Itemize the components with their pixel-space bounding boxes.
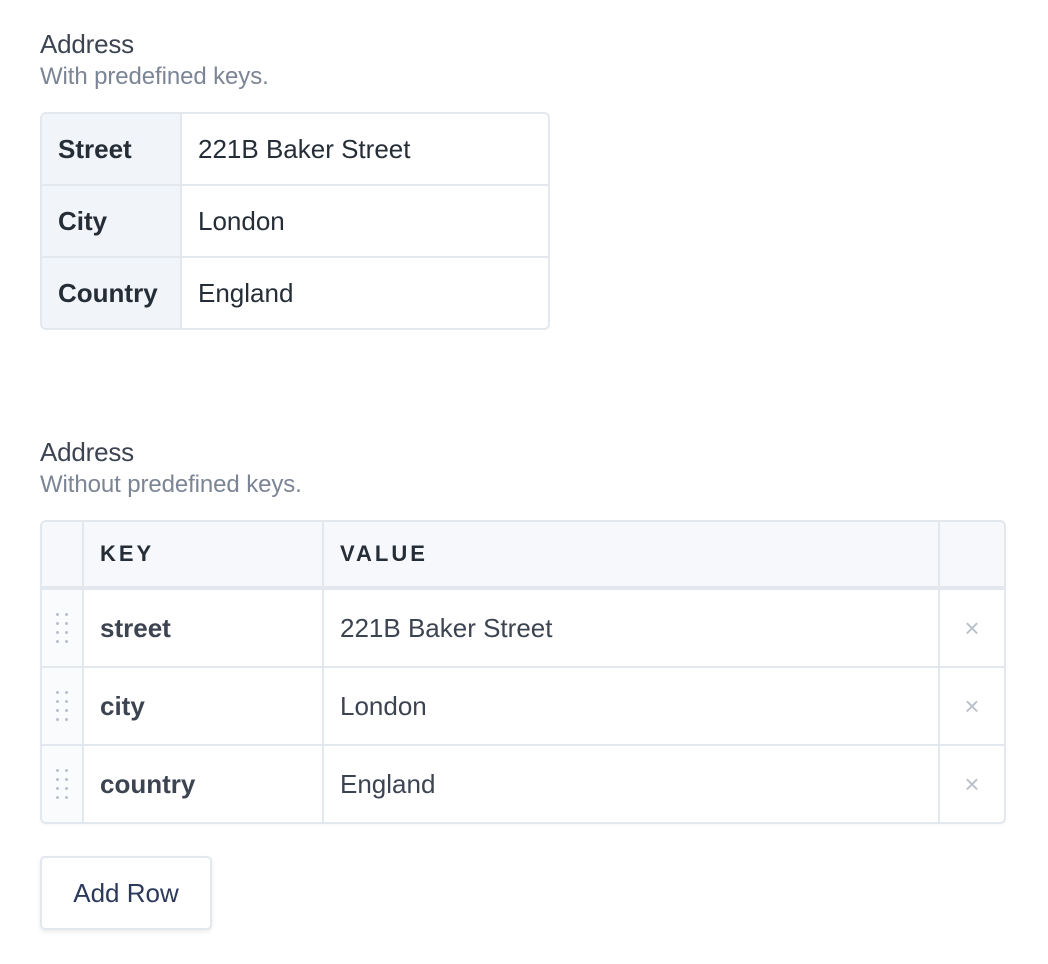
table-row: city London × — [42, 666, 1004, 744]
table-row: City London — [42, 184, 548, 256]
delete-row-icon[interactable]: × — [964, 693, 979, 719]
key-value-table-dynamic: KEY VALUE street 221B Baker Street × cit… — [40, 520, 1006, 824]
row-value-input[interactable]: 221B Baker Street — [324, 590, 940, 666]
column-header-value: VALUE — [324, 522, 940, 586]
row-key-input[interactable]: street — [84, 590, 324, 666]
row-value-street[interactable]: 221B Baker Street — [182, 114, 548, 184]
row-key-input[interactable]: country — [84, 746, 324, 822]
key-value-table-predefined: Street 221B Baker Street City London Cou… — [40, 112, 550, 330]
header-handle-cell — [42, 522, 84, 586]
delete-row-icon[interactable]: × — [964, 771, 979, 797]
add-row-button[interactable]: Add Row — [40, 856, 212, 930]
row-value-input[interactable]: England — [324, 746, 940, 822]
row-key-input[interactable]: city — [84, 668, 324, 744]
row-key-country: Country — [42, 258, 182, 328]
table-row: Street 221B Baker Street — [42, 114, 548, 184]
row-value-city[interactable]: London — [182, 186, 548, 256]
column-header-key: KEY — [84, 522, 324, 586]
address-field-dynamic: Address Without predefined keys. KEY VAL… — [40, 436, 1006, 930]
field-help-text: Without predefined keys. — [40, 471, 302, 498]
drag-handle-icon[interactable] — [42, 590, 84, 666]
row-key-street: Street — [42, 114, 182, 184]
drag-handle-icon[interactable] — [42, 668, 84, 744]
address-field-predefined: Address With predefined keys. Street 221… — [40, 28, 550, 330]
header-action-cell — [940, 522, 1004, 586]
field-label: Address — [40, 437, 134, 467]
row-value-input[interactable]: London — [324, 668, 940, 744]
table-row: country England × — [42, 744, 1004, 822]
field-help-text: With predefined keys. — [40, 63, 269, 90]
row-value-country[interactable]: England — [182, 258, 548, 328]
table-header: KEY VALUE — [42, 522, 1004, 588]
field-label: Address — [40, 29, 134, 59]
delete-row-icon[interactable]: × — [964, 615, 979, 641]
drag-handle-icon[interactable] — [42, 746, 84, 822]
table-row: Country England — [42, 256, 548, 328]
table-row: street 221B Baker Street × — [42, 588, 1004, 666]
row-key-city: City — [42, 186, 182, 256]
